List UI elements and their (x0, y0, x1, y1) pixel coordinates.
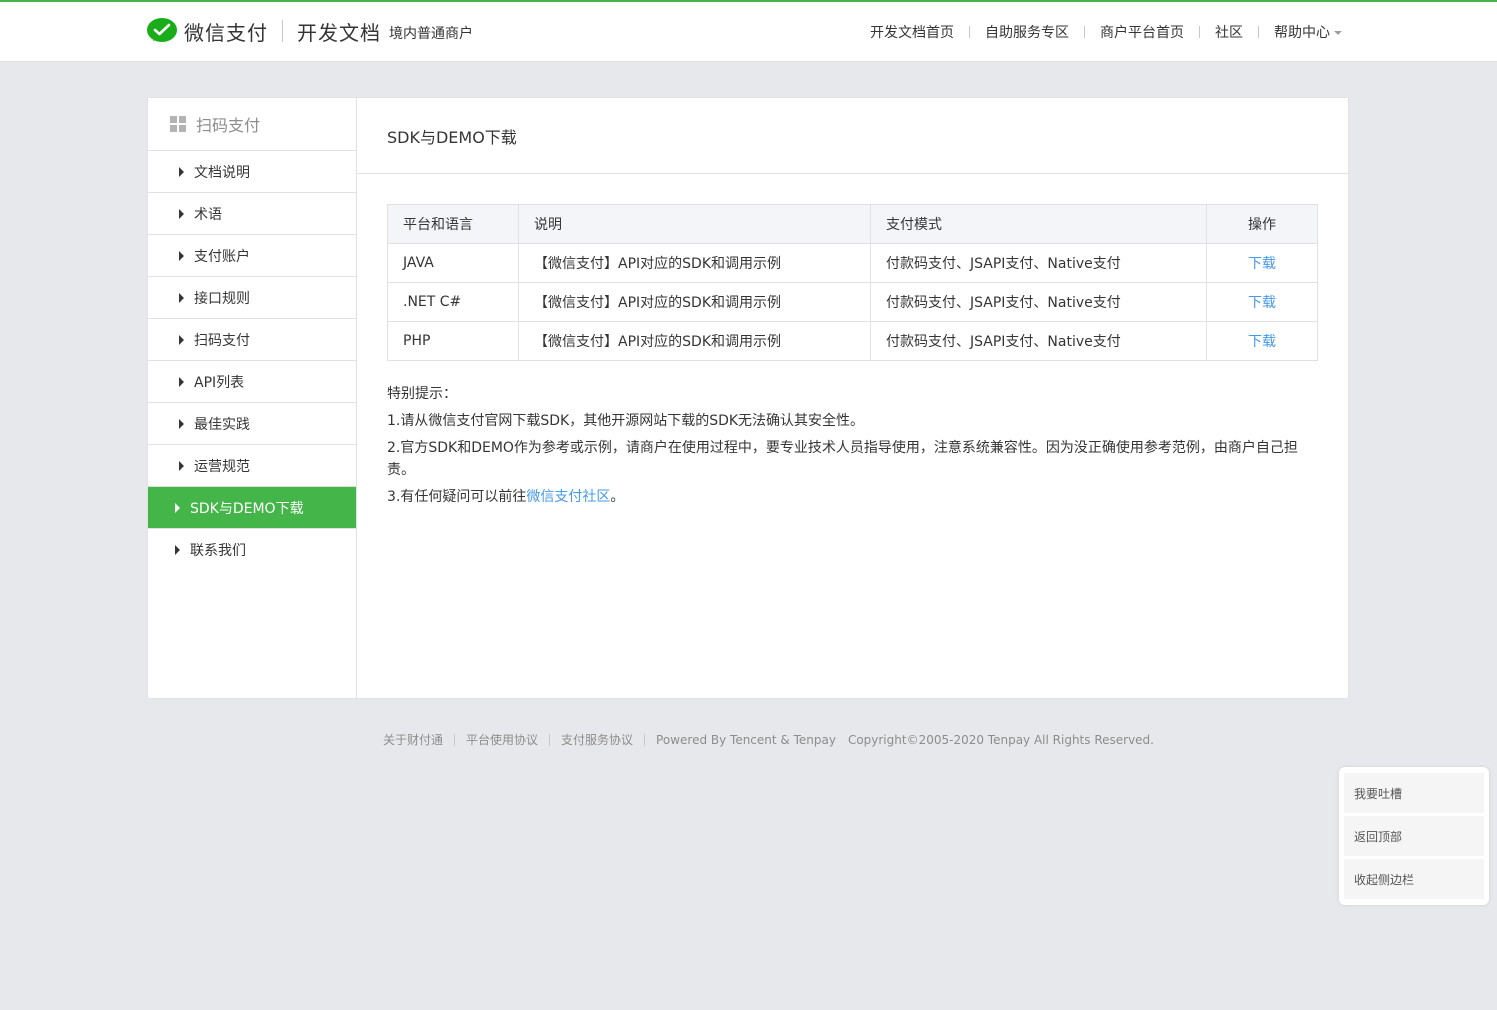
notes-line-2: 2.官方SDK和DEMO作为参考或示例，请商户在使用过程中，要专业技术人员指导使… (387, 440, 1298, 478)
community-link[interactable]: 微信支付社区 (526, 489, 610, 505)
cell-pay-mode: 付款码支付、JSAPI支付、Native支付 (870, 282, 1207, 322)
doc-subtitle: 境内普通商户 (389, 26, 473, 42)
footer-divider (644, 733, 646, 746)
footer-copyright: Copyright©2005-2020 Tenpay All Rights Re… (847, 732, 1154, 747)
doc-title: 开发文档 (297, 20, 381, 45)
footer-link-about-tenpay[interactable]: 关于财付通 (383, 731, 443, 748)
cell-pay-mode: 付款码支付、JSAPI支付、Native支付 (870, 321, 1207, 361)
top-header: 微信支付 开发文档 境内普通商户 开发文档首页 自助服务专区 商户平台首页 社区… (0, 0, 1497, 62)
table-row: PHP 【微信支付】API对应的SDK和调用示例 付款码支付、JSAPI支付、N… (387, 321, 1318, 361)
sidebar-item-label: SDK与DEMO下载 (190, 500, 304, 517)
caret-down-icon (1334, 31, 1342, 35)
notes-line-3: 3.有任何疑问可以前往微信支付社区。 (387, 486, 1318, 508)
grid-icon (170, 116, 186, 132)
notes-line-3-prefix: 3.有任何疑问可以前往 (387, 489, 527, 505)
logo[interactable]: 微信支付 开发文档 境内普通商户 (146, 16, 473, 46)
triangle-right-icon (179, 376, 184, 387)
sidebar-item-label: 联系我们 (190, 543, 246, 559)
notes-heading: 特别提示： (387, 386, 457, 402)
nav-help-center-label: 帮助中心 (1274, 25, 1330, 41)
triangle-right-icon (175, 502, 180, 513)
content-panel: 扫码支付 文档说明 术语 支付账户 接口规则 扫码支付 API列表 最佳实践 运… (147, 97, 1349, 699)
cell-action: 下载 (1206, 282, 1318, 322)
wechat-pay-logo-icon (147, 18, 177, 42)
collapse-sidebar-button[interactable]: 收起侧边栏 (1344, 859, 1484, 899)
sidebar-item-doc-intro[interactable]: 文档说明 (148, 151, 356, 193)
table-header-row: 平台和语言 说明 支付模式 操作 (387, 204, 1318, 244)
footer-powered-by: Powered By Tencent & Tenpay (656, 732, 836, 747)
footer-link-payment-agreement[interactable]: 支付服务协议 (561, 731, 633, 748)
top-nav: 开发文档首页 自助服务专区 商户平台首页 社区 帮助中心 (855, 22, 1342, 42)
download-link[interactable]: 下载 (1248, 334, 1276, 350)
sidebar-item-label: 最佳实践 (194, 416, 250, 433)
footer-divider (454, 733, 456, 746)
sidebar-item-best-practice[interactable]: 最佳实践 (148, 403, 356, 445)
triangle-right-icon (179, 292, 184, 303)
notes-line-1: 1.请从微信支付官网下载SDK，其他开源网站下载的SDK无法确认其安全性。 (387, 413, 865, 429)
special-notes: 特别提示： 1.请从微信支付官网下载SDK，其他开源网站下载的SDK无法确认其安… (357, 361, 1348, 508)
footer: 关于财付通 平台使用协议 支付服务协议 Powered By Tencent &… (383, 731, 1154, 748)
cell-action: 下载 (1206, 243, 1318, 283)
sidebar-item-label: 运营规范 (194, 458, 250, 475)
sidebar-item-payment-account[interactable]: 支付账户 (148, 235, 356, 277)
sidebar-item-label: API列表 (194, 374, 245, 391)
triangle-right-icon (179, 166, 184, 177)
sidebar-item-operation-rules[interactable]: 运营规范 (148, 445, 356, 487)
nav-community[interactable]: 社区 (1200, 22, 1258, 42)
page-title: SDK与DEMO下载 (357, 98, 1348, 174)
sidebar-item-label: 文档说明 (194, 164, 250, 181)
sidebar-item-api-rules[interactable]: 接口规则 (148, 277, 356, 319)
triangle-right-icon (175, 545, 180, 555)
floating-toolbar: 我要吐槽 返回顶部 收起侧边栏 (1339, 767, 1489, 905)
download-link[interactable]: 下载 (1248, 256, 1276, 272)
column-header-pay-mode: 支付模式 (870, 204, 1207, 244)
sdk-table: 平台和语言 说明 支付模式 操作 JAVA 【微信支付】API对应的SDK和调用… (387, 204, 1318, 361)
sidebar-item-terms[interactable]: 术语 (148, 193, 356, 235)
table-row: JAVA 【微信支付】API对应的SDK和调用示例 付款码支付、JSAPI支付、… (387, 243, 1318, 283)
sidebar-item-label: 术语 (194, 206, 222, 223)
cell-description: 【微信支付】API对应的SDK和调用示例 (518, 243, 871, 283)
sidebar-item-label: 接口规则 (194, 290, 250, 307)
cell-description: 【微信支付】API对应的SDK和调用示例 (518, 321, 871, 361)
logo-divider (282, 20, 283, 42)
column-header-description: 说明 (518, 204, 871, 244)
triangle-right-icon (179, 334, 184, 345)
cell-platform: PHP (387, 321, 519, 361)
sidebar-item-api-list[interactable]: API列表 (148, 361, 356, 403)
cell-action: 下载 (1206, 321, 1318, 361)
triangle-right-icon (179, 250, 184, 261)
sdk-table-wrapper: 平台和语言 说明 支付模式 操作 JAVA 【微信支付】API对应的SDK和调用… (357, 174, 1348, 361)
sidebar-item-label: 支付账户 (194, 248, 250, 265)
nav-help-center[interactable]: 帮助中心 (1259, 22, 1342, 42)
sidebar-item-native-pay[interactable]: 扫码支付 (148, 319, 356, 361)
cell-platform: .NET C# (387, 282, 519, 322)
cell-description: 【微信支付】API对应的SDK和调用示例 (518, 282, 871, 322)
footer-link-platform-agreement[interactable]: 平台使用协议 (466, 731, 538, 748)
triangle-right-icon (179, 418, 184, 429)
cell-platform: JAVA (387, 243, 519, 283)
footer-divider (549, 733, 551, 746)
sidebar-header: 扫码支付 (148, 98, 356, 151)
back-to-top-button[interactable]: 返回顶部 (1344, 816, 1484, 856)
nav-dev-docs-home[interactable]: 开发文档首页 (855, 22, 969, 42)
triangle-right-icon (179, 460, 184, 471)
notes-line-3-suffix: 。 (610, 489, 625, 505)
brand-name: 微信支付 (184, 20, 268, 45)
nav-merchant-platform[interactable]: 商户平台首页 (1085, 22, 1199, 42)
sidebar-item-label: 扫码支付 (194, 332, 250, 349)
sidebar-item-contact-us[interactable]: 联系我们 (148, 529, 356, 571)
table-row: .NET C# 【微信支付】API对应的SDK和调用示例 付款码支付、JSAPI… (387, 282, 1318, 322)
feedback-button[interactable]: 我要吐槽 (1344, 773, 1484, 813)
sidebar-title: 扫码支付 (196, 116, 261, 135)
triangle-right-icon (179, 208, 184, 219)
download-link[interactable]: 下载 (1248, 295, 1276, 311)
cell-pay-mode: 付款码支付、JSAPI支付、Native支付 (870, 243, 1207, 283)
column-header-platform: 平台和语言 (387, 204, 519, 244)
nav-self-service[interactable]: 自助服务专区 (970, 22, 1084, 42)
main-content: SDK与DEMO下载 平台和语言 说明 支付模式 操作 JAVA 【微信支付】A… (357, 98, 1348, 698)
sidebar: 扫码支付 文档说明 术语 支付账户 接口规则 扫码支付 API列表 最佳实践 运… (148, 98, 357, 698)
sidebar-item-sdk-demo-download[interactable]: SDK与DEMO下载 (148, 487, 356, 529)
column-header-action: 操作 (1206, 204, 1318, 244)
